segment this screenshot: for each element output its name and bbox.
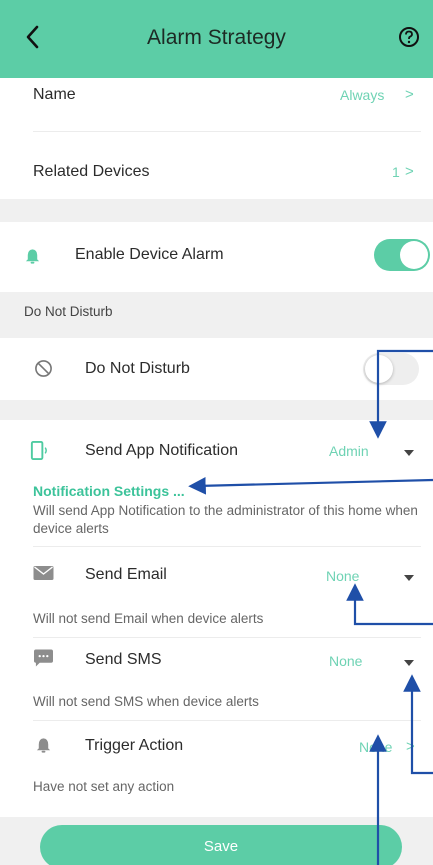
notification-settings-link[interactable]: Notification Settings ... [33, 483, 185, 499]
divider [33, 720, 421, 721]
divider [33, 546, 421, 547]
help-circle-icon[interactable] [398, 26, 420, 48]
sms-label: Send SMS [85, 651, 162, 668]
app-notification-value: Admin [329, 443, 369, 459]
sms-value: None [329, 653, 363, 669]
enable-alarm-toggle[interactable] [374, 239, 430, 271]
envelope-icon [33, 566, 54, 580]
related-devices-label: Related Devices [33, 163, 150, 180]
app-notification-select[interactable]: Admin [325, 440, 422, 464]
email-select[interactable]: None [322, 565, 422, 589]
sms-description: Will not send SMS when device alerts [33, 694, 259, 709]
dnd-label: Do Not Disturb [85, 360, 190, 377]
enable-alarm-label: Enable Device Alarm [75, 246, 224, 263]
divider [33, 637, 421, 638]
caret-down-icon [404, 450, 414, 456]
toggle-knob [400, 241, 428, 269]
trigger-action-row-value[interactable]: None > [355, 736, 422, 760]
trigger-action-description: Have not set any action [33, 779, 175, 794]
save-button[interactable]: Save [40, 825, 402, 865]
notifications-card: Send App Notification Admin Notification… [0, 420, 433, 817]
name-label: Name [33, 86, 76, 103]
page-title: Alarm Strategy [147, 26, 286, 49]
chevron-right-icon: > [405, 163, 414, 180]
email-description: Will not send Email when device alerts [33, 611, 264, 626]
app-notification-label: Send App Notification [85, 442, 238, 459]
related-devices-row-value[interactable]: 1 > [392, 163, 422, 186]
email-label: Send Email [85, 566, 167, 583]
phone-notification-icon [30, 440, 47, 461]
sms-select[interactable]: None [325, 650, 422, 674]
enable-alarm-card: Enable Device Alarm [0, 222, 433, 292]
app-header: Alarm Strategy [0, 0, 433, 78]
divider [33, 131, 421, 132]
related-devices-count: 1 [392, 164, 400, 180]
name-value: Always [340, 87, 385, 103]
chevron-right-icon: > [405, 86, 414, 103]
dnd-card: Do Not Disturb [0, 338, 433, 400]
sms-icon [34, 649, 53, 667]
block-icon [35, 360, 52, 377]
email-value: None [326, 568, 360, 584]
chevron-right-icon: > [406, 738, 415, 755]
trigger-action-label: Trigger Action [85, 737, 184, 754]
app-notification-description: Will send App Notification to the admini… [33, 503, 418, 536]
general-card: Name Always > Related Devices 1 > [0, 78, 433, 199]
caret-down-icon [404, 575, 414, 581]
bell-icon [25, 249, 40, 264]
dnd-section-title: Do Not Disturb [24, 304, 113, 319]
dnd-toggle[interactable] [363, 353, 419, 385]
bell-icon [36, 738, 51, 753]
name-row-value[interactable]: Always > [340, 86, 420, 109]
toggle-knob [365, 355, 393, 383]
caret-down-icon [404, 660, 414, 666]
trigger-action-value: None [359, 739, 393, 755]
